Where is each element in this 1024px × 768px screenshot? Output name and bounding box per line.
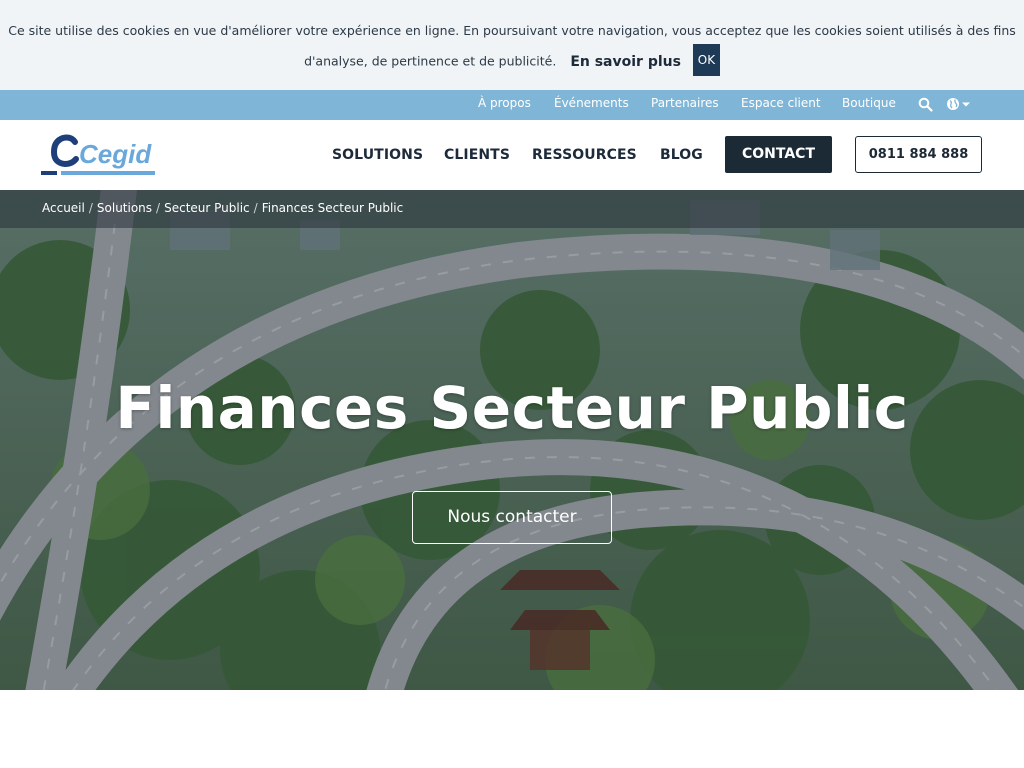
main-header: Cegid SOLUTIONS CLIENTS RESSOURCES BLOG … [0,120,1024,190]
cookie-banner: Ce site utilise des cookies en vue d'amé… [0,0,1024,90]
breadcrumb-current: Finances Secteur Public [261,201,404,215]
breadcrumb-separator: / [156,201,161,215]
contact-button[interactable]: CONTACT [725,136,832,173]
util-link-evenements[interactable]: Événements [554,96,629,110]
util-link-a-propos[interactable]: À propos [478,96,531,110]
nav-clients[interactable]: CLIENTS [444,147,510,163]
cookie-ok-button[interactable]: OK [692,44,720,76]
breadcrumb-secteur-public[interactable]: Secteur Public [164,201,250,215]
breadcrumb-separator: / [88,201,93,215]
logo-wordmark: Cegid [79,139,152,169]
page-title: Finances Secteur Public [115,374,909,442]
cookie-message-container: Ce site utilise des cookies en vue d'amé… [0,16,1024,78]
util-link-partenaires[interactable]: Partenaires [651,96,719,110]
nav-solutions[interactable]: SOLUTIONS [332,147,423,163]
nav-blog[interactable]: BLOG [660,147,703,163]
breadcrumb: Accueil / Solutions / Secteur Public / Finance… [42,201,403,215]
search-icon[interactable] [918,97,933,116]
util-link-espace-client[interactable]: Espace client [741,96,821,110]
phone-button[interactable]: 0811 884 888 [855,136,982,173]
breadcrumb-solutions[interactable]: Solutions [97,201,152,215]
globe-icon[interactable] [946,97,972,116]
nav-ressources[interactable]: RESSOURCES [532,147,637,163]
breadcrumb-bar: Accueil / Solutions / Secteur Public / Finance… [0,190,1024,228]
learn-more-link[interactable]: En savoir plus [570,54,681,70]
breadcrumb-accueil[interactable]: Accueil [42,201,85,215]
hero-section: Accueil / Solutions / Secteur Public / Finance… [0,190,1024,690]
cegid-logo[interactable]: Cegid [41,134,157,176]
utility-bar: À propos Événements Partenaires Espace c… [0,90,1024,120]
breadcrumb-separator: / [253,201,258,215]
util-link-boutique[interactable]: Boutique [842,96,896,110]
cookie-message: Ce site utilise des cookies en vue d'amé… [8,23,1016,69]
contact-us-button[interactable]: Nous contacter [412,491,612,544]
